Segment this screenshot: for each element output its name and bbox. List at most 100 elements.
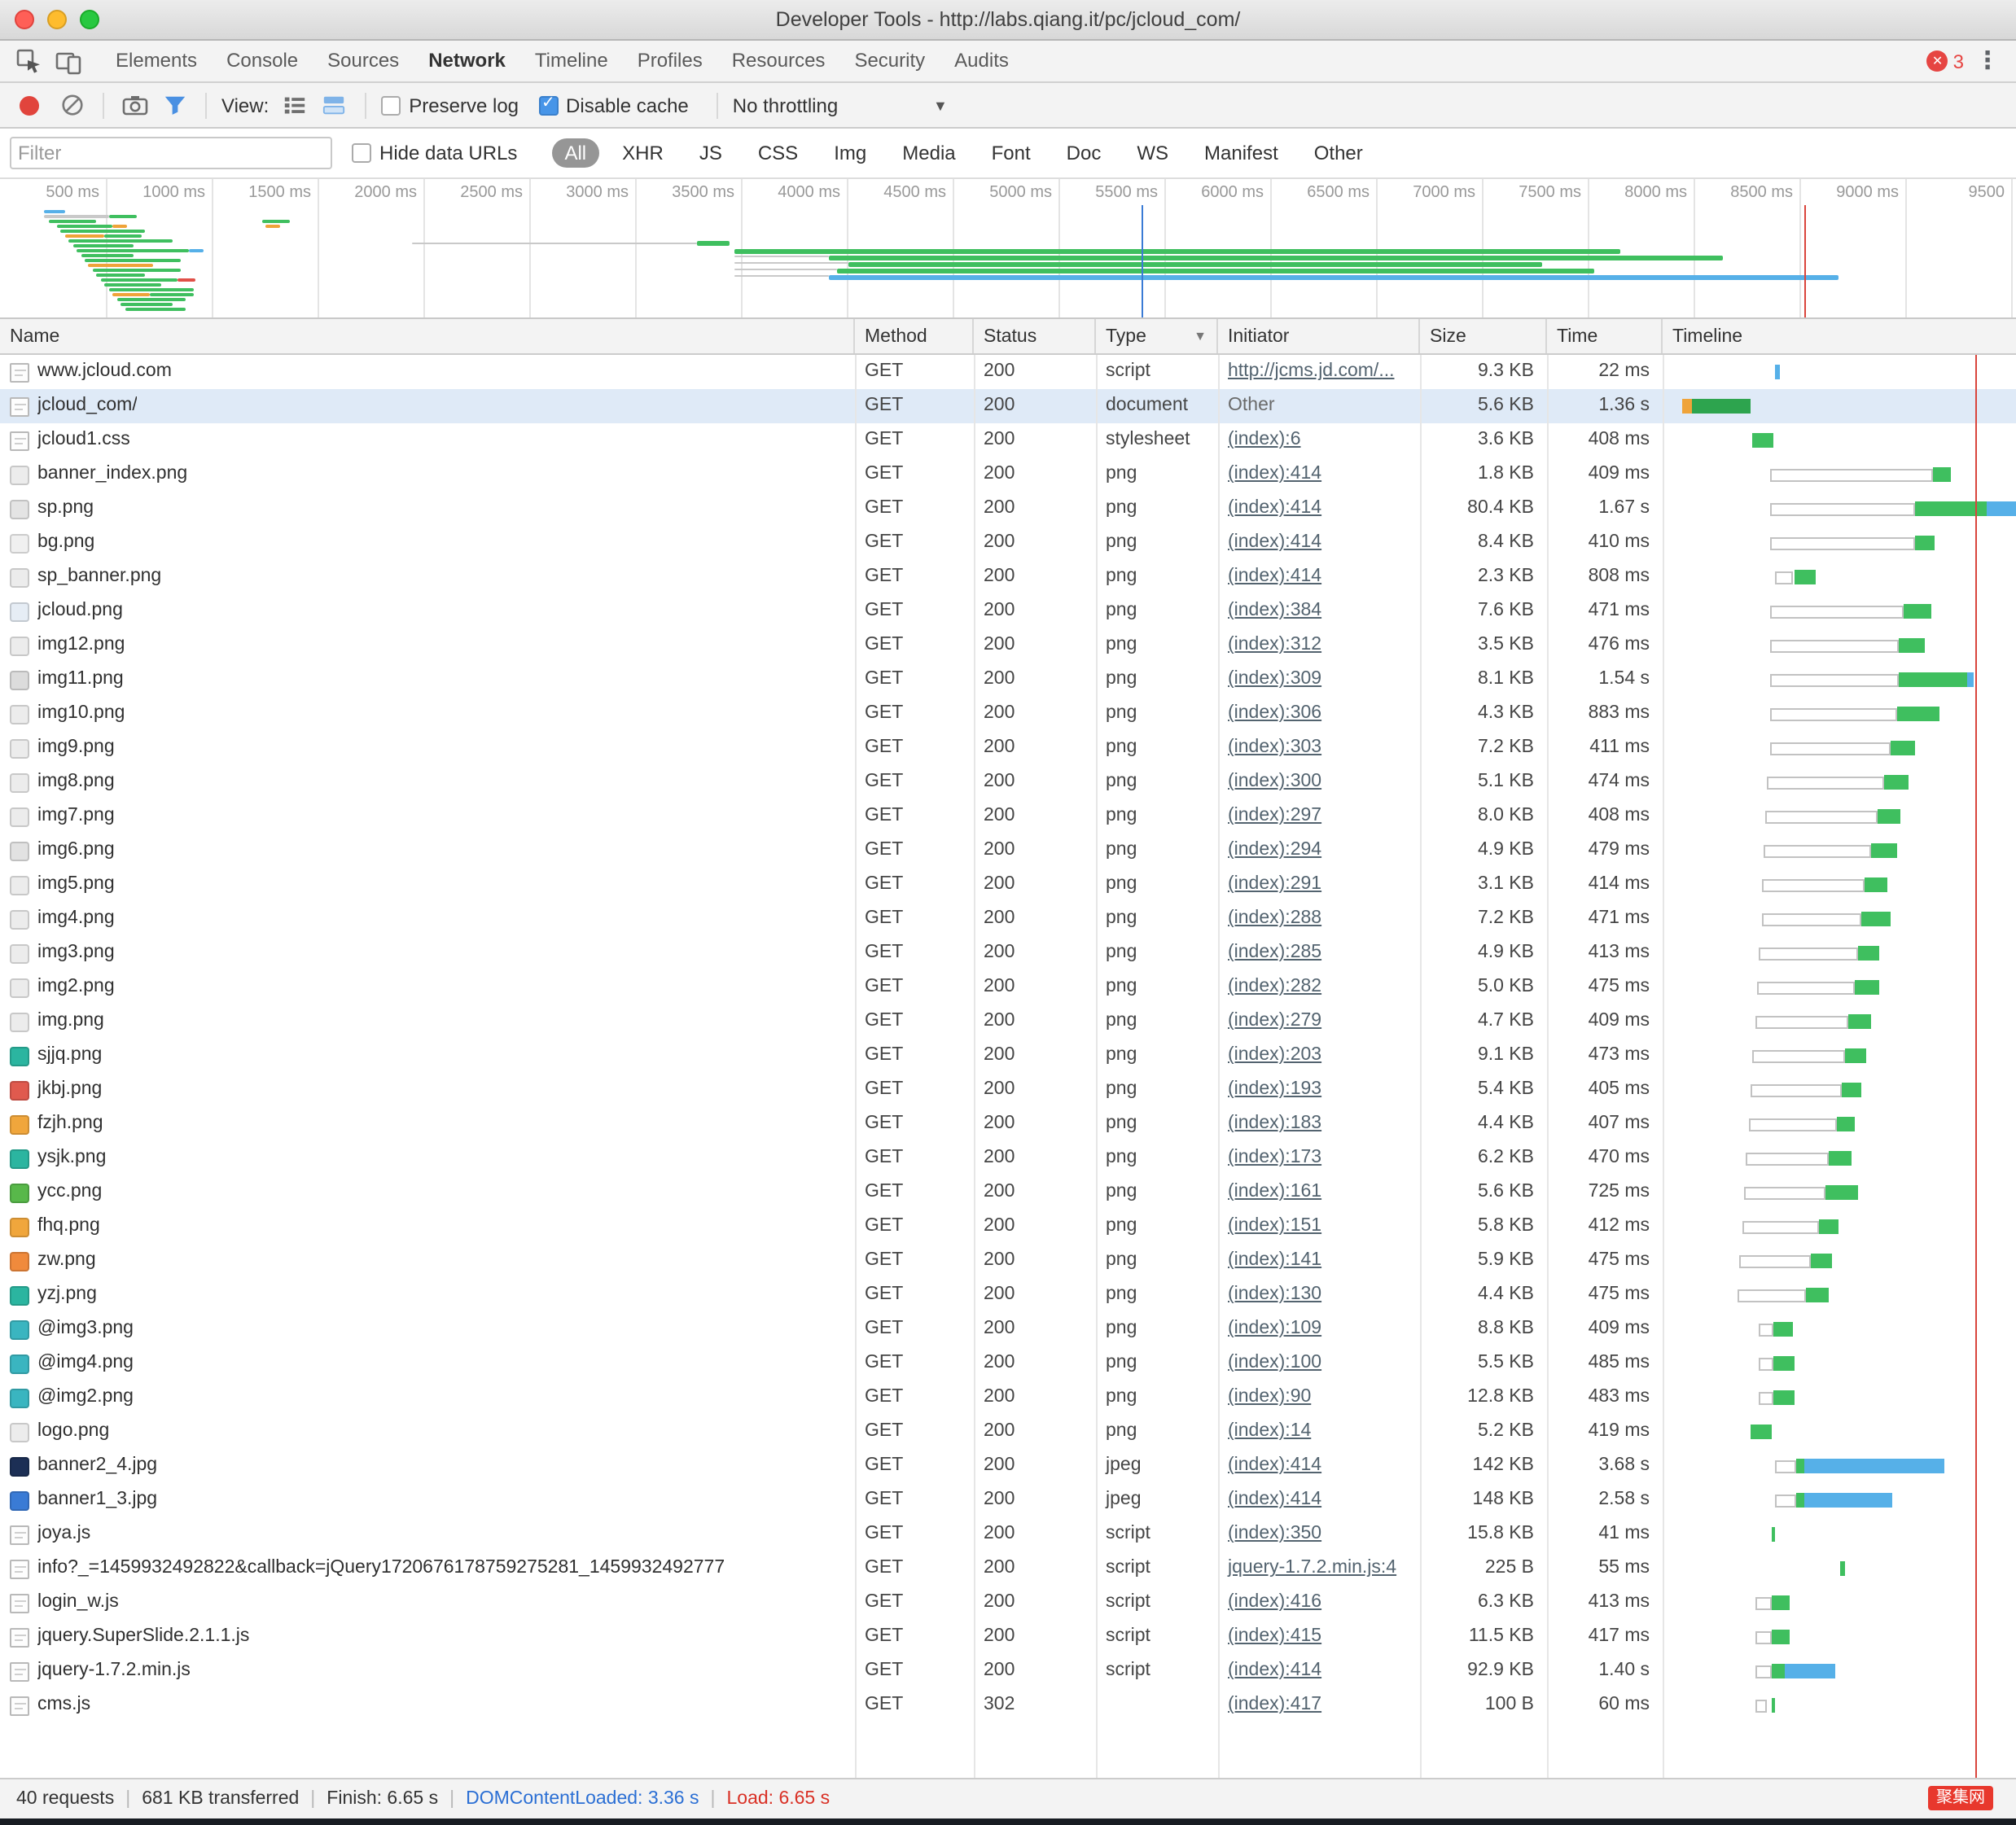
request-row[interactable]: img9.pngGET200png(index):3037.2 KB411 ms bbox=[0, 731, 2016, 765]
column-header-method[interactable]: Method bbox=[855, 319, 974, 353]
request-row[interactable]: jquery-1.7.2.min.jsGET200script(index):4… bbox=[0, 1654, 2016, 1688]
request-row[interactable]: @img4.pngGET200png(index):1005.5 KB485 m… bbox=[0, 1346, 2016, 1381]
request-row[interactable]: img4.pngGET200png(index):2887.2 KB471 ms bbox=[0, 902, 2016, 936]
request-row[interactable]: jkbj.pngGET200png(index):1935.4 KB405 ms bbox=[0, 1073, 2016, 1107]
timeline-overview[interactable]: 500 ms1000 ms1500 ms2000 ms2500 ms3000 m… bbox=[0, 179, 2016, 319]
tab-resources[interactable]: Resources bbox=[717, 41, 840, 81]
request-row[interactable]: img10.pngGET200png(index):3064.3 KB883 m… bbox=[0, 697, 2016, 731]
request-row[interactable]: banner2_4.jpgGET200jpeg(index):414142 KB… bbox=[0, 1449, 2016, 1483]
filter-type-all[interactable]: All bbox=[551, 138, 599, 168]
initiator-link[interactable]: (index):14 bbox=[1228, 1421, 1311, 1441]
tab-elements[interactable]: Elements bbox=[101, 41, 212, 81]
request-row[interactable]: ycc.pngGET200png(index):1615.6 KB725 ms bbox=[0, 1175, 2016, 1210]
column-header-status[interactable]: Status bbox=[974, 319, 1096, 353]
request-row[interactable]: jcloud.pngGET200png(index):3847.6 KB471 … bbox=[0, 594, 2016, 628]
filter-input[interactable] bbox=[10, 137, 332, 169]
initiator-link[interactable]: (index):183 bbox=[1228, 1114, 1321, 1133]
initiator-link[interactable]: (index):384 bbox=[1228, 601, 1321, 620]
filter-type-media[interactable]: Media bbox=[889, 138, 968, 168]
column-header-timeline[interactable]: Timeline bbox=[1663, 319, 2016, 353]
initiator-link[interactable]: (index):414 bbox=[1228, 567, 1321, 586]
request-row[interactable]: fzjh.pngGET200png(index):1834.4 KB407 ms bbox=[0, 1107, 2016, 1141]
request-row[interactable]: img8.pngGET200png(index):3005.1 KB474 ms bbox=[0, 765, 2016, 799]
request-row[interactable]: img7.pngGET200png(index):2978.0 KB408 ms bbox=[0, 799, 2016, 834]
initiator-link[interactable]: (index):306 bbox=[1228, 703, 1321, 723]
initiator-link[interactable]: (index):303 bbox=[1228, 737, 1321, 757]
request-row[interactable]: zw.pngGET200png(index):1415.9 KB475 ms bbox=[0, 1244, 2016, 1278]
column-header-size[interactable]: Size bbox=[1420, 319, 1547, 353]
inspect-element-icon[interactable] bbox=[10, 45, 49, 77]
window-minimize-button[interactable] bbox=[47, 10, 67, 29]
initiator-link[interactable]: (index):203 bbox=[1228, 1045, 1321, 1065]
request-row[interactable]: www.jcloud.comGET200scripthttp://jcms.jd… bbox=[0, 355, 2016, 389]
error-count-badge[interactable]: ✕ 3 bbox=[1927, 50, 1964, 72]
more-options-icon[interactable]: ⋮ bbox=[1975, 49, 2000, 73]
window-zoom-button[interactable] bbox=[80, 10, 99, 29]
initiator-link[interactable]: (index):151 bbox=[1228, 1216, 1321, 1236]
initiator-link[interactable]: (index):291 bbox=[1228, 874, 1321, 894]
request-row[interactable]: logo.pngGET200png(index):145.2 KB419 ms bbox=[0, 1415, 2016, 1449]
filter-type-ws[interactable]: WS bbox=[1124, 138, 1181, 168]
column-header-initiator[interactable]: Initiator bbox=[1218, 319, 1420, 353]
request-row[interactable]: img2.pngGET200png(index):2825.0 KB475 ms bbox=[0, 970, 2016, 1004]
window-close-button[interactable] bbox=[15, 10, 34, 29]
request-row[interactable]: jcloud1.cssGET200stylesheet(index):63.6 … bbox=[0, 423, 2016, 457]
request-row[interactable]: img6.pngGET200png(index):2944.9 KB479 ms bbox=[0, 834, 2016, 868]
initiator-link[interactable]: (index):350 bbox=[1228, 1524, 1321, 1543]
request-row[interactable]: cms.jsGET302(index):417100 B60 ms bbox=[0, 1688, 2016, 1722]
filter-toggle-icon[interactable] bbox=[155, 89, 194, 121]
request-row[interactable]: info?_=1459932492822&callback=jQuery1720… bbox=[0, 1551, 2016, 1586]
request-row[interactable]: sjjq.pngGET200png(index):2039.1 KB473 ms bbox=[0, 1039, 2016, 1073]
initiator-link[interactable]: (index):193 bbox=[1228, 1079, 1321, 1099]
initiator-link[interactable]: (index):414 bbox=[1228, 532, 1321, 552]
initiator-link[interactable]: (index):288 bbox=[1228, 908, 1321, 928]
tab-network[interactable]: Network bbox=[414, 41, 520, 81]
initiator-link[interactable]: (index):161 bbox=[1228, 1182, 1321, 1201]
window-titlebar[interactable]: Developer Tools - http://labs.qiang.it/p… bbox=[0, 0, 2016, 41]
initiator-link[interactable]: (index):415 bbox=[1228, 1626, 1321, 1646]
disable-cache-checkbox[interactable]: Disable cache bbox=[538, 94, 689, 116]
request-row[interactable]: @img3.pngGET200png(index):1098.8 KB409 m… bbox=[0, 1312, 2016, 1346]
request-row[interactable]: bg.pngGET200png(index):4148.4 KB410 ms bbox=[0, 526, 2016, 560]
record-button[interactable] bbox=[20, 95, 39, 115]
tab-timeline[interactable]: Timeline bbox=[520, 41, 623, 81]
request-row[interactable]: img11.pngGET200png(index):3098.1 KB1.54 … bbox=[0, 663, 2016, 697]
tab-sources[interactable]: Sources bbox=[313, 41, 414, 81]
initiator-link[interactable]: (index):414 bbox=[1228, 498, 1321, 518]
request-row[interactable]: login_w.jsGET200script(index):4166.3 KB4… bbox=[0, 1586, 2016, 1620]
hide-data-urls-checkbox[interactable]: Hide data URLs bbox=[352, 142, 517, 164]
request-row[interactable]: banner_index.pngGET200png(index):4141.8 … bbox=[0, 457, 2016, 492]
initiator-link[interactable]: (index):297 bbox=[1228, 806, 1321, 825]
tab-security[interactable]: Security bbox=[839, 41, 940, 81]
filter-type-manifest[interactable]: Manifest bbox=[1191, 138, 1291, 168]
filter-type-css[interactable]: CSS bbox=[745, 138, 811, 168]
initiator-link[interactable]: (index):294 bbox=[1228, 840, 1321, 860]
request-row[interactable]: img5.pngGET200png(index):2913.1 KB414 ms bbox=[0, 868, 2016, 902]
request-row[interactable]: ysjk.pngGET200png(index):1736.2 KB470 ms bbox=[0, 1141, 2016, 1175]
initiator-link[interactable]: (index):414 bbox=[1228, 1455, 1321, 1475]
tab-audits[interactable]: Audits bbox=[940, 41, 1023, 81]
initiator-link[interactable]: (index):90 bbox=[1228, 1387, 1311, 1407]
request-row[interactable]: jquery.SuperSlide.2.1.1.jsGET200script(i… bbox=[0, 1620, 2016, 1654]
initiator-link[interactable]: (index):282 bbox=[1228, 977, 1321, 996]
filter-type-doc[interactable]: Doc bbox=[1054, 138, 1115, 168]
column-header-time[interactable]: Time bbox=[1547, 319, 1663, 353]
column-header-type[interactable]: Type▼ bbox=[1096, 319, 1218, 353]
small-rows-view-icon[interactable] bbox=[275, 89, 314, 121]
initiator-link[interactable]: jquery-1.7.2.min.js:4 bbox=[1228, 1558, 1396, 1578]
filter-type-font[interactable]: Font bbox=[979, 138, 1044, 168]
request-row[interactable]: fhq.pngGET200png(index):1515.8 KB412 ms bbox=[0, 1210, 2016, 1244]
initiator-link[interactable]: (index):130 bbox=[1228, 1285, 1321, 1304]
initiator-link[interactable]: (index):417 bbox=[1228, 1695, 1321, 1714]
preserve-log-checkbox[interactable]: Preserve log bbox=[381, 94, 519, 116]
initiator-link[interactable]: (index):312 bbox=[1228, 635, 1321, 654]
request-row[interactable]: sp_banner.pngGET200png(index):4142.3 KB8… bbox=[0, 560, 2016, 594]
request-row[interactable]: img12.pngGET200png(index):3123.5 KB476 m… bbox=[0, 628, 2016, 663]
tab-console[interactable]: Console bbox=[212, 41, 313, 81]
initiator-link[interactable]: (index):414 bbox=[1228, 1661, 1321, 1680]
request-row[interactable]: @img2.pngGET200png(index):9012.8 KB483 m… bbox=[0, 1381, 2016, 1415]
request-row[interactable]: img3.pngGET200png(index):2854.9 KB413 ms bbox=[0, 936, 2016, 970]
column-header-name[interactable]: Name bbox=[0, 319, 855, 353]
device-toolbar-icon[interactable] bbox=[49, 45, 88, 77]
throttling-select[interactable]: No throttling ▼ bbox=[733, 94, 948, 116]
